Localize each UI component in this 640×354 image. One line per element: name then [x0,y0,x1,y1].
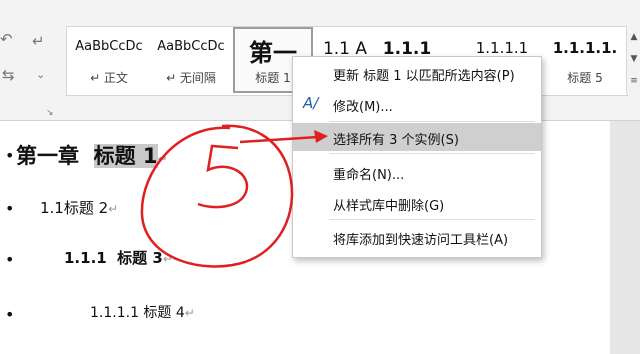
chevron-up-icon[interactable]: ▲ [627,26,640,48]
heading4-paragraph[interactable]: 1.1.1.1 标题 4↵ [90,302,195,322]
menu-item-rename[interactable]: 重命名(N)... [293,158,541,186]
undo-icon[interactable]: ↶ [0,30,13,48]
format-icon[interactable]: ⇆ [2,66,15,84]
heading4-text: 1.1.1.1 标题 4 [90,305,185,321]
menu-separator [329,121,535,122]
dialog-launcher-icon[interactable]: ↘ [46,108,54,118]
style-name: 标题 5 [567,71,603,85]
modify-style-icon: A∕ [303,94,319,112]
heading3-paragraph[interactable]: 1.1.1 标题 3↵ [64,247,173,268]
heading1-selected-text: 标题 1 [93,144,158,168]
menu-item-remove-from-gallery[interactable]: 从样式库中删除(G) [293,189,541,217]
heading2-text: 1.1标题 2 [40,199,109,217]
menu-item-label: 重命名(N)... [333,168,405,183]
style-sample: 1.1.1.1. [552,39,618,57]
bullet: • [5,250,15,269]
style-sample: AaBbCcDc [157,39,225,54]
heading1-paragraph[interactable]: 第一章 标题 1↵ [16,140,168,170]
menu-separator [329,219,535,220]
paragraph-mark: ↵ [108,202,119,216]
style-tile-normal[interactable]: AaBbCcDc ↵ 正文 [69,27,149,93]
gallery-scroll[interactable]: ▲ ▼ ≡ [626,26,640,94]
menu-item-label: 选择所有 3 个实例(S) [333,133,459,148]
paragraph-mark: ↵ [162,252,173,266]
context-menu: 更新 标题 1 以匹配所选内容(P) A∕ 修改(M)... 选择所有 3 个实… [292,56,542,258]
left-toolbar: ↶ ↵ ⇆ ⌄ [0,30,65,120]
chevron-down-icon[interactable]: ⌄ [36,68,45,81]
heading3-text: 1.1.1 标题 3 [64,249,163,267]
paragraph-mark: ↵ [184,306,195,320]
menu-item-select-all-instances[interactable]: 选择所有 3 个实例(S) [293,123,541,151]
menu-item-update-style[interactable]: 更新 标题 1 以匹配所选内容(P) [293,59,541,87]
chevron-down-icon[interactable]: ▼ [627,48,640,70]
style-sample: AaBbCcDc [75,39,143,54]
style-name: ↵ 正文 [90,71,128,85]
heading2-paragraph[interactable]: 1.1标题 2↵ [40,197,118,218]
menu-item-add-to-quick-access[interactable]: 将库添加到快速访问工具栏(A) [293,223,541,251]
bullet: • [5,146,15,165]
redo-icon[interactable]: ↵ [32,32,45,50]
style-name: ↵ 无间隔 [166,71,216,85]
vertical-scrollbar[interactable] [610,121,640,354]
paragraph-mark: ↵ [157,152,168,166]
style-tile-heading5[interactable]: 1.1.1.1. 标题 5 [545,27,625,93]
menu-item-label: 修改(M)... [333,100,393,115]
menu-separator [329,153,535,154]
menu-item-label: 更新 标题 1 以匹配所选内容(P) [333,69,515,84]
menu-item-label: 从样式库中删除(G) [333,199,445,214]
heading1-prefix: 第一章 [16,144,94,168]
bullet: • [5,305,15,324]
more-icon[interactable]: ≡ [627,70,640,92]
style-sample: 1.1.1.1 [475,39,529,57]
bullet: • [5,199,15,218]
menu-item-label: 将库添加到快速访问工具栏(A) [333,233,509,248]
menu-item-modify[interactable]: A∕ 修改(M)... [293,90,541,118]
style-tile-no-spacing[interactable]: AaBbCcDc ↵ 无间隔 [151,27,231,93]
